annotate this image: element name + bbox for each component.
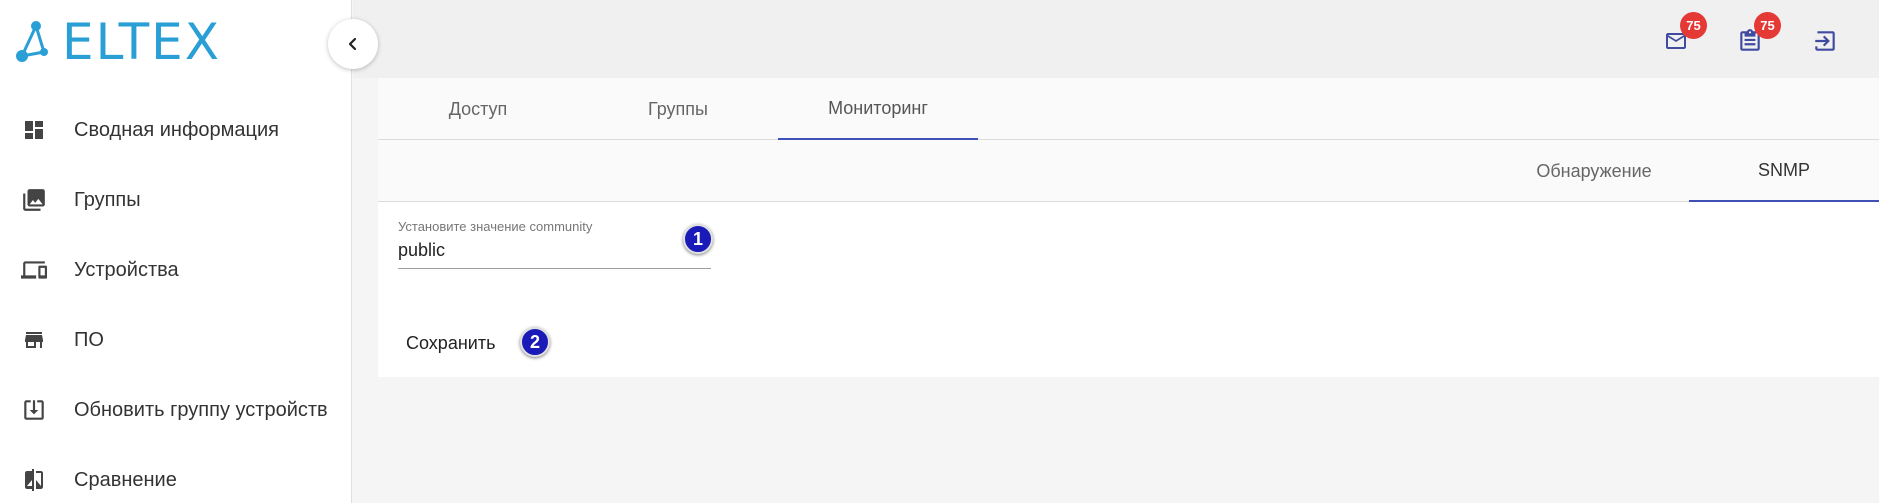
photo-library-icon	[20, 186, 48, 214]
secondary-tabs: Обнаружение SNMP	[378, 140, 1879, 202]
sidebar-item-compare[interactable]: Сравнение	[0, 445, 351, 503]
primary-tabs: Доступ Группы Мониторинг	[378, 78, 1879, 140]
top-bar: 75 75	[353, 0, 1879, 78]
mail-badge: 75	[1680, 12, 1707, 39]
sidebar-item-label: ПО	[74, 328, 104, 351]
eltex-logo[interactable]: ELTEX	[14, 13, 221, 71]
sidebar-item-label: Сводная информация	[74, 118, 279, 141]
tab-discovery[interactable]: Обнаружение	[1499, 140, 1689, 202]
logo-icon	[16, 21, 48, 62]
sidebar-item-software[interactable]: ПО	[0, 305, 351, 375]
sidebar-nav: Сводная информация Группы Устройства ПО …	[0, 95, 351, 503]
sidebar-item-label: Группы	[74, 188, 141, 211]
community-input[interactable]	[398, 237, 711, 263]
download-box-icon	[20, 396, 48, 424]
tasks-badge: 75	[1754, 12, 1781, 39]
tab-snmp[interactable]: SNMP	[1689, 140, 1879, 202]
tab-access[interactable]: Доступ	[378, 78, 578, 140]
community-field-label: Установите значение community	[398, 219, 593, 234]
step-marker-2: 2	[520, 327, 550, 357]
tab-groups[interactable]: Группы	[578, 78, 778, 140]
dashboard-icon	[20, 116, 48, 144]
save-button[interactable]: Сохранить	[398, 323, 503, 363]
tasks-button[interactable]: 75	[1733, 12, 1781, 58]
sidebar-item-label: Сравнение	[74, 468, 177, 491]
collapse-sidebar-button[interactable]	[328, 19, 378, 69]
sidebar-item-devices[interactable]: Устройства	[0, 235, 351, 305]
step-marker-1: 1	[683, 224, 713, 254]
logout-icon	[1815, 31, 1835, 51]
sidebar-item-label: Обновить группу устройств	[74, 398, 328, 421]
sidebar-item-summary[interactable]: Сводная информация	[0, 95, 351, 165]
store-icon	[20, 326, 48, 354]
compare-icon	[20, 466, 48, 494]
main-panel: Доступ Группы Мониторинг Обнаружение SNM…	[378, 78, 1879, 377]
mail-button[interactable]: 75	[1659, 12, 1707, 58]
community-field: Установите значение community	[398, 219, 711, 269]
sidebar-item-update-group[interactable]: Обновить группу устройств	[0, 375, 351, 445]
devices-icon	[20, 256, 48, 284]
sidebar: ELTEX Сводная информация Группы Устройст…	[0, 0, 352, 503]
logo-text: ELTEX	[62, 13, 221, 71]
tab-monitoring[interactable]: Мониторинг	[778, 78, 978, 140]
logout-button[interactable]	[1808, 24, 1842, 58]
chevron-left-icon	[348, 37, 357, 51]
sidebar-item-groups[interactable]: Группы	[0, 165, 351, 235]
sidebar-item-label: Устройства	[74, 258, 179, 281]
